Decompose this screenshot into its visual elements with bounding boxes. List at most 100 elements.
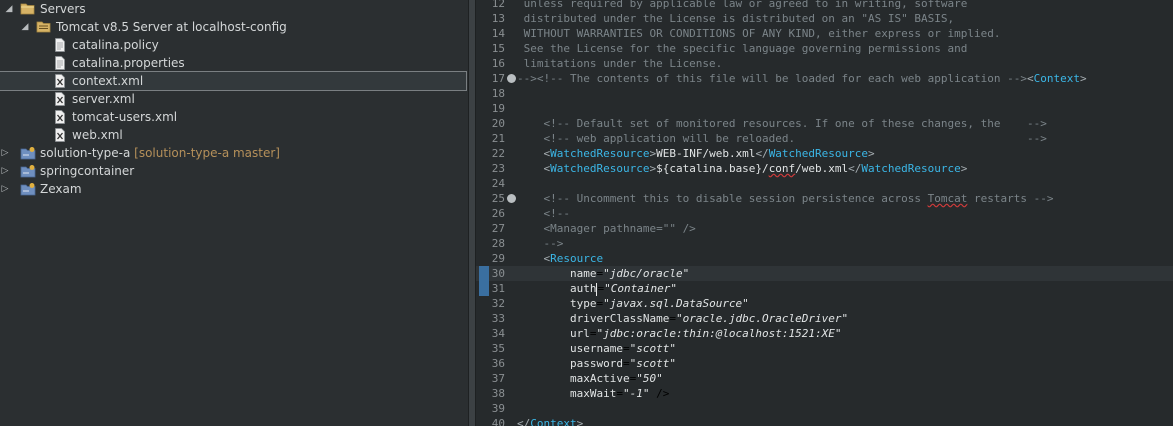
project-icon (20, 164, 36, 178)
code-line[interactable]: 23 <WatchedResource>${catalina.base}/con… (476, 161, 1173, 176)
code-text: url="jdbc:oracle:thin:@localhost:1521:XE… (569, 327, 842, 340)
project-icon (20, 182, 36, 196)
tree-item-file[interactable]: catalina.properties (0, 54, 466, 72)
repo-branch-label: [solution-type-a master] (130, 146, 280, 160)
fold-toggle-icon[interactable] (507, 74, 516, 83)
line-number: 32 (491, 297, 505, 310)
code-line[interactable]: 15 See the License for the specific lang… (476, 41, 1173, 56)
code-line[interactable]: 17 --><!-- The contents of this file will… (476, 71, 1173, 86)
chevron-right-icon[interactable]: ▷ (0, 162, 10, 180)
line-number: 30 (491, 267, 505, 280)
line-number: 23 (491, 162, 505, 175)
code-line[interactable]: 37 maxActive="50" (476, 371, 1173, 386)
tree-item-project[interactable]: ▷ springcontainer (0, 162, 466, 180)
tree-item-label: tomcat-users.xml (72, 110, 178, 124)
line-number: 31 (491, 282, 505, 295)
code-line[interactable]: 14 WITHOUT WARRANTIES OR CONDITIONS OF A… (476, 26, 1173, 41)
code-line[interactable]: 29 <Resource (476, 251, 1173, 266)
line-number: 35 (491, 342, 505, 355)
tree-item-file[interactable]: tomcat-users.xml (0, 108, 466, 126)
code-line[interactable]: 30 name="jdbc/oracle" (476, 266, 1173, 281)
tree-item-file[interactable]: context.xml (0, 71, 467, 91)
pane-splitter[interactable] (468, 0, 476, 426)
code-line[interactable]: 32 type="javax.sql.DataSource" (476, 296, 1173, 311)
line-number: 14 (491, 27, 505, 40)
code-text: password="scott" (569, 357, 676, 370)
code-line[interactable]: 36 password="scott" (476, 356, 1173, 371)
code-text: driverClassName="oracle.jdbc.OracleDrive… (569, 312, 849, 325)
text-caret (596, 282, 598, 296)
line-number: 33 (491, 312, 505, 325)
line-number: 28 (491, 237, 505, 250)
line-number: 21 (491, 132, 505, 145)
code-line[interactable]: 18 (476, 86, 1173, 101)
code-line[interactable]: 24 (476, 176, 1173, 191)
code-line[interactable]: 19 (476, 101, 1173, 116)
tree-item-project[interactable]: ▷ Zexam (0, 180, 466, 198)
xml-file-icon (54, 110, 67, 124)
tree-item-label: Servers (40, 2, 86, 16)
chevron-right-icon[interactable]: ▷ (0, 180, 10, 198)
code-text: maxActive="50" (569, 372, 663, 385)
code-line[interactable]: 33 driverClassName="oracle.jdbc.OracleDr… (476, 311, 1173, 326)
splitter-handle[interactable] (469, 0, 475, 426)
code-line[interactable]: 26 <!-- (476, 206, 1173, 221)
tree-item-project[interactable]: ▷ solution-type-a [solution-type-a master… (0, 144, 466, 162)
code-line[interactable]: 40 </Context> (476, 416, 1173, 426)
tree-item-file[interactable]: web.xml (0, 126, 466, 144)
xml-file-icon (54, 128, 67, 142)
tree-item-file[interactable]: server.xml (0, 90, 466, 108)
code-text: <Resource (543, 252, 604, 265)
chevron-right-icon[interactable]: ▷ (0, 144, 10, 162)
tree-item-label: solution-type-a [solution-type-a master] (40, 146, 280, 160)
folder-icon (20, 2, 35, 16)
code-line[interactable]: 35 username="scott" (476, 341, 1173, 356)
code-text: username="scott" (569, 342, 676, 355)
line-number: 37 (491, 372, 505, 385)
code-text: --><!-- The contents of this file will b… (517, 72, 1087, 85)
code-line[interactable]: 31 auth="Container" (476, 281, 1173, 296)
tree-item-label: Zexam (40, 182, 82, 196)
chevron-down-icon[interactable]: ◢ (20, 18, 30, 36)
project-explorer: ◢ Servers ◢ Tomcat v8.5 Server at localhost… (0, 0, 468, 426)
code-text: <Manager pathname="" /> (517, 222, 696, 235)
xml-file-icon (54, 74, 67, 88)
code-text: <!-- web application will be reloaded. -… (543, 132, 1047, 145)
project-icon (20, 146, 36, 160)
code-line[interactable]: 13 distributed under the License is dist… (476, 11, 1173, 26)
code-line[interactable]: 21 <!-- web application will be reloaded… (476, 131, 1173, 146)
code-text: type="javax.sql.DataSource" (569, 297, 749, 310)
code-line[interactable]: 38 maxWait="-1" /> (476, 386, 1173, 401)
line-number: 20 (491, 117, 505, 130)
chevron-down-icon[interactable]: ◢ (4, 0, 14, 18)
code-line[interactable]: 27 <Manager pathname="" /> (476, 221, 1173, 236)
code-text: See the License for the specific languag… (517, 42, 968, 55)
tree-item-file[interactable]: catalina.policy (0, 36, 466, 54)
line-number: 38 (491, 387, 505, 400)
text-file-icon (54, 56, 67, 70)
code-line[interactable]: 12 unless required by applicable law or … (476, 0, 1173, 11)
tree-item-servers[interactable]: ◢ Servers (0, 0, 466, 18)
code-line[interactable]: 28 --> (476, 236, 1173, 251)
code-text: name="jdbc/oracle" (569, 267, 690, 280)
line-number: 16 (491, 57, 505, 70)
code-line[interactable]: 20 <!-- Default set of monitored resourc… (476, 116, 1173, 131)
code-line[interactable]: 34 url="jdbc:oracle:thin:@localhost:1521… (476, 326, 1173, 341)
code-text: </Context> (517, 417, 584, 426)
code-text: auth="Container" (569, 282, 677, 296)
line-number: 29 (491, 252, 505, 265)
code-line[interactable]: 22 <WatchedResource>WEB-INF/web.xml</Wat… (476, 146, 1173, 161)
code-line[interactable]: 25 <!-- Uncomment this to disable sessio… (476, 191, 1173, 206)
tree-item-label: catalina.properties (72, 56, 185, 70)
code-text: distributed under the License is distrib… (517, 12, 955, 25)
code-line[interactable]: 39 (476, 401, 1173, 416)
tree-item-label: web.xml (72, 128, 123, 142)
code-editor[interactable]: 12 unless required by applicable law or … (476, 0, 1173, 426)
fold-toggle-icon[interactable] (507, 194, 516, 203)
tree-item-tomcat-server[interactable]: ◢ Tomcat v8.5 Server at localhost-config (0, 18, 466, 36)
tree-item-label: springcontainer (40, 164, 135, 178)
line-number: 18 (491, 87, 505, 100)
code-line[interactable]: 16 limitations under the License. (476, 56, 1173, 71)
tree-item-label: context.xml (72, 74, 144, 88)
code-text: maxWait="-1" /> (569, 387, 670, 400)
